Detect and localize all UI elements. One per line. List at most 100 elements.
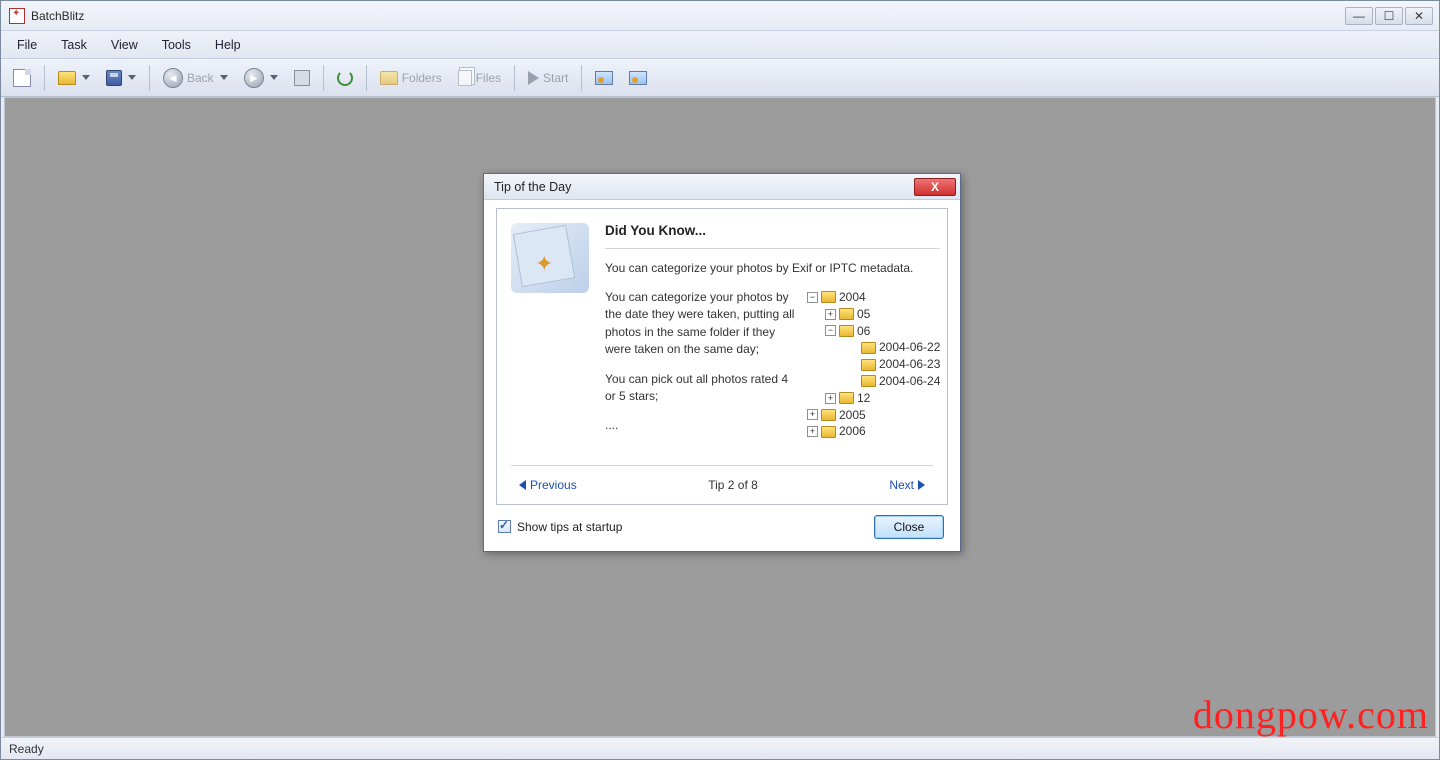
files-label: Files <box>476 71 501 85</box>
expand-icon[interactable]: + <box>825 309 836 320</box>
menu-view[interactable]: View <box>101 35 148 55</box>
dropdown-icon <box>82 75 90 80</box>
dialog-title: Tip of the Day <box>494 180 571 194</box>
tip-paragraph: You can pick out all photos rated 4 or 5… <box>605 371 795 406</box>
expand-icon[interactable]: + <box>807 426 818 437</box>
back-arrow-icon: ◄ <box>163 68 183 88</box>
watermark-text: dongpow.com <box>1193 691 1429 738</box>
expand-icon[interactable]: + <box>807 409 818 420</box>
toolbar-separator <box>581 65 582 91</box>
close-window-button[interactable]: ✕ <box>1405 7 1433 25</box>
folder-icon <box>839 308 854 320</box>
dialog-titlebar: Tip of the Day X <box>484 174 960 200</box>
toolbar-separator <box>366 65 367 91</box>
show-tips-checkbox[interactable] <box>498 520 511 533</box>
tip-of-the-day-dialog: Tip of the Day X Did You Know... You can… <box>483 173 961 552</box>
status-text: Ready <box>9 742 44 756</box>
folder-icon <box>380 71 398 85</box>
close-button[interactable]: Close <box>874 515 944 539</box>
tip-paragraph: You can categorize your photos by the da… <box>605 289 795 359</box>
menu-help[interactable]: Help <box>205 35 251 55</box>
main-window: BatchBlitz — ☐ ✕ File Task View Tools He… <box>0 0 1440 760</box>
previous-tip-link[interactable]: Previous <box>519 478 577 492</box>
picture-button-1[interactable] <box>589 64 619 92</box>
folder-icon <box>861 359 876 371</box>
client-area: Tip of the Day X Did You Know... You can… <box>4 97 1436 737</box>
menu-tools[interactable]: Tools <box>152 35 201 55</box>
document-icon <box>13 69 31 87</box>
folder-icon <box>821 409 836 421</box>
forward-button[interactable]: ► <box>238 64 284 92</box>
maximize-button[interactable]: ☐ <box>1375 7 1403 25</box>
dropdown-icon <box>220 75 228 80</box>
tip-paragraph: .... <box>605 417 795 434</box>
titlebar: BatchBlitz — ☐ ✕ <box>1 1 1439 31</box>
dropdown-icon <box>270 75 278 80</box>
collapse-icon[interactable]: − <box>807 292 818 303</box>
minimize-button[interactable]: — <box>1345 7 1373 25</box>
folder-icon <box>839 325 854 337</box>
forward-arrow-icon: ► <box>244 68 264 88</box>
dropdown-icon <box>128 75 136 80</box>
toolbar-separator <box>323 65 324 91</box>
picture-icon <box>595 71 613 85</box>
menu-file[interactable]: File <box>7 35 47 55</box>
tip-counter: Tip 2 of 8 <box>708 478 758 492</box>
menu-task[interactable]: Task <box>51 35 97 55</box>
picture-button-2[interactable] <box>623 64 653 92</box>
app-icon <box>9 8 25 24</box>
app-title: BatchBlitz <box>31 9 84 23</box>
tip-illustration-icon <box>511 223 589 293</box>
next-tip-link[interactable]: Next <box>889 478 925 492</box>
tree-node[interactable]: −06 <box>807 323 940 340</box>
toolbar-separator <box>44 65 45 91</box>
toolbar-separator <box>149 65 150 91</box>
dialog-close-button[interactable]: X <box>914 178 956 196</box>
tree-node[interactable]: 2004-06-24 <box>807 373 940 390</box>
divider <box>605 248 940 249</box>
triangle-left-icon <box>519 480 526 490</box>
picture-edit-icon <box>629 71 647 85</box>
toolbar-separator <box>514 65 515 91</box>
statusbar: Ready <box>1 737 1439 759</box>
tip-summary: You can categorize your photos by Exif o… <box>605 261 940 275</box>
new-button[interactable] <box>7 64 37 92</box>
files-button[interactable]: Files <box>452 64 507 92</box>
refresh-button[interactable] <box>331 64 359 92</box>
folder-open-icon <box>58 71 76 85</box>
folders-button[interactable]: Folders <box>374 64 448 92</box>
start-label: Start <box>543 71 568 85</box>
open-button[interactable] <box>52 64 96 92</box>
tree-node[interactable]: +05 <box>807 306 940 323</box>
show-tips-label: Show tips at startup <box>517 520 622 534</box>
up-icon <box>294 70 310 86</box>
refresh-icon <box>337 70 353 86</box>
up-button[interactable] <box>288 64 316 92</box>
back-label: Back <box>187 71 214 85</box>
folder-icon <box>821 291 836 303</box>
tree-node[interactable]: −2004 <box>807 289 940 306</box>
back-button[interactable]: ◄ Back <box>157 64 234 92</box>
triangle-right-icon <box>918 480 925 490</box>
folder-icon <box>839 392 854 404</box>
tree-node[interactable]: 2004-06-22 <box>807 339 940 356</box>
folder-tree: −2004 +05 −06 2004-06-22 2004-06-23 2004… <box>807 289 940 447</box>
folder-icon <box>821 426 836 438</box>
menubar: File Task View Tools Help <box>1 31 1439 59</box>
tree-node[interactable]: 2004-06-23 <box>807 356 940 373</box>
dialog-footer: Show tips at startup Close <box>496 505 948 541</box>
start-button[interactable]: Start <box>522 64 574 92</box>
files-icon <box>458 70 472 86</box>
toolbar: ◄ Back ► Folders Files Start <box>1 59 1439 97</box>
tree-node[interactable]: +2006 <box>807 423 940 440</box>
folder-icon <box>861 375 876 387</box>
save-button[interactable] <box>100 64 142 92</box>
disk-icon <box>106 70 122 86</box>
expand-icon[interactable]: + <box>825 393 836 404</box>
play-icon <box>528 71 539 85</box>
tip-heading: Did You Know... <box>605 223 940 238</box>
tip-nav: Previous Tip 2 of 8 Next <box>511 465 933 496</box>
tree-node[interactable]: +12 <box>807 390 940 407</box>
collapse-icon[interactable]: − <box>825 325 836 336</box>
tree-node[interactable]: +2005 <box>807 407 940 424</box>
